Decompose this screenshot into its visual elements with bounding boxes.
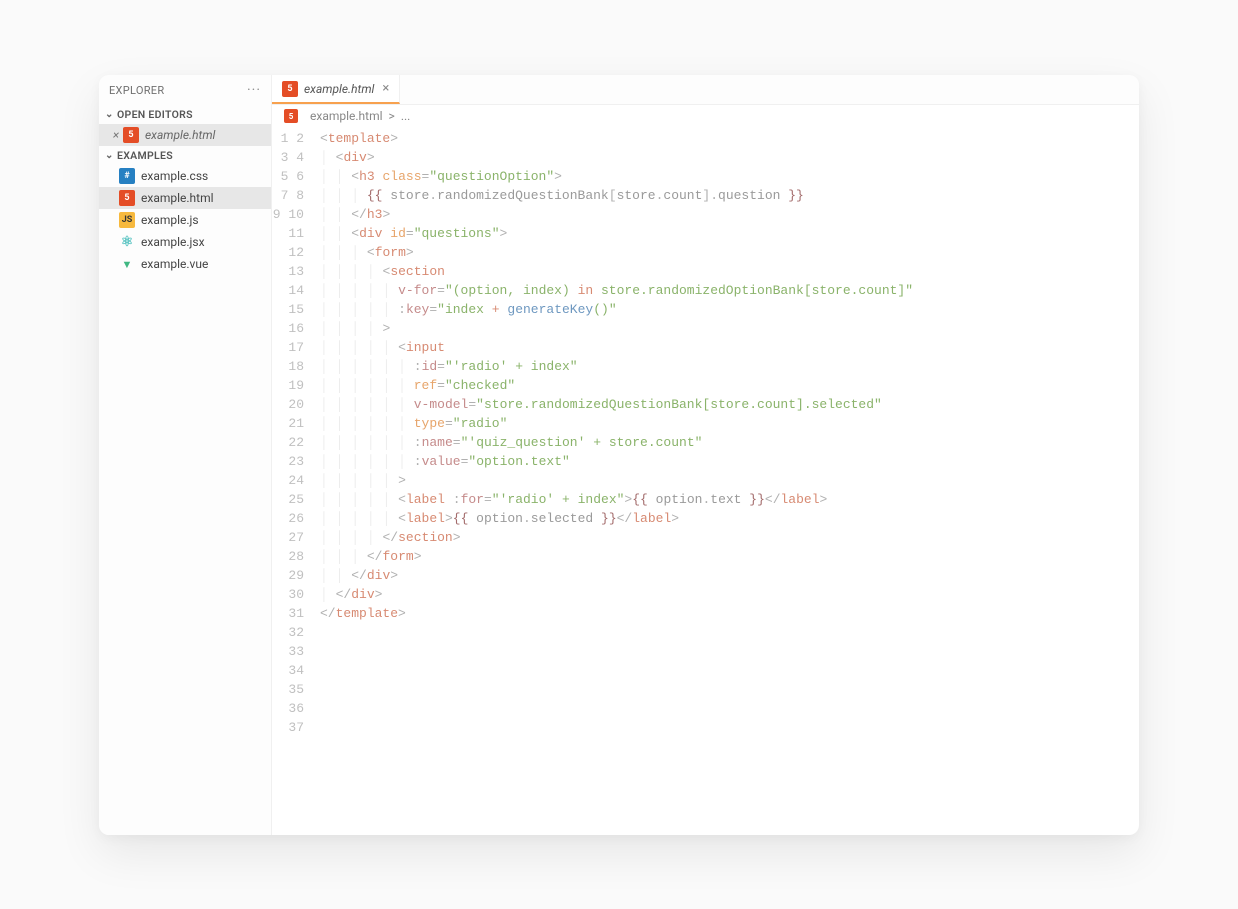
breadcrumb-separator: > bbox=[389, 109, 395, 123]
open-editor-item[interactable]: × 5 example.html bbox=[99, 124, 271, 146]
sidebar: EXPLORER ··· ⌄ OPEN EDITORS × 5 example.… bbox=[99, 75, 272, 835]
code-lines[interactable]: <template> │ <div> │ │ <h3 class="questi… bbox=[320, 129, 1139, 835]
breadcrumb-file: example.html bbox=[310, 109, 383, 123]
vue-icon: ▼ bbox=[119, 256, 135, 272]
jsx-icon: ⚛ bbox=[119, 234, 135, 250]
workspace-section[interactable]: ⌄ EXAMPLES bbox=[99, 146, 271, 165]
more-icon[interactable]: ··· bbox=[247, 82, 261, 98]
file-label: example.js bbox=[141, 213, 199, 227]
file-item-example-css[interactable]: # example.css bbox=[99, 165, 271, 187]
chevron-down-icon: ⌄ bbox=[105, 109, 117, 120]
html-icon: 5 bbox=[119, 190, 135, 206]
editor-pane: 5 example.html × 5 example.html > ... 1 … bbox=[272, 75, 1139, 835]
explorer-title: EXPLORER bbox=[109, 84, 164, 97]
breadcrumb-rest: ... bbox=[401, 109, 411, 123]
file-label: example.vue bbox=[141, 257, 208, 271]
html-icon: 5 bbox=[282, 81, 298, 97]
open-editor-label: example.html bbox=[145, 128, 215, 142]
workspace-files: # example.css 5 example.html JS example.js ⚛ ex… bbox=[99, 165, 271, 275]
file-item-example-html[interactable]: 5 example.html bbox=[99, 187, 271, 209]
tab-example-html[interactable]: 5 example.html × bbox=[272, 75, 400, 104]
workspace-label: EXAMPLES bbox=[117, 149, 173, 162]
html-icon: 5 bbox=[284, 109, 298, 123]
close-icon[interactable]: × bbox=[380, 81, 389, 96]
file-label: example.html bbox=[141, 191, 214, 205]
css-icon: # bbox=[119, 168, 135, 184]
js-icon: JS bbox=[119, 212, 135, 228]
chevron-down-icon: ⌄ bbox=[105, 150, 117, 161]
sidebar-header: EXPLORER ··· bbox=[99, 75, 271, 105]
open-editors-label: OPEN EDITORS bbox=[117, 108, 193, 121]
editor-window: EXPLORER ··· ⌄ OPEN EDITORS × 5 example.… bbox=[99, 75, 1139, 835]
file-item-example-jsx[interactable]: ⚛ example.jsx bbox=[99, 231, 271, 253]
breadcrumb[interactable]: 5 example.html > ... bbox=[272, 105, 1139, 127]
file-label: example.css bbox=[141, 169, 208, 183]
tab-label: example.html bbox=[304, 82, 374, 96]
close-icon[interactable]: × bbox=[109, 128, 123, 142]
html-icon: 5 bbox=[123, 127, 139, 143]
file-label: example.jsx bbox=[141, 235, 205, 249]
line-number-gutter: 1 2 3 4 5 6 7 8 9 10 11 12 13 14 15 16 1… bbox=[272, 129, 320, 835]
code-area[interactable]: 1 2 3 4 5 6 7 8 9 10 11 12 13 14 15 16 1… bbox=[272, 127, 1139, 835]
tab-bar: 5 example.html × bbox=[272, 75, 1139, 105]
file-item-example-vue[interactable]: ▼ example.vue bbox=[99, 253, 271, 275]
open-editors-section[interactable]: ⌄ OPEN EDITORS bbox=[99, 105, 271, 124]
file-item-example-js[interactable]: JS example.js bbox=[99, 209, 271, 231]
